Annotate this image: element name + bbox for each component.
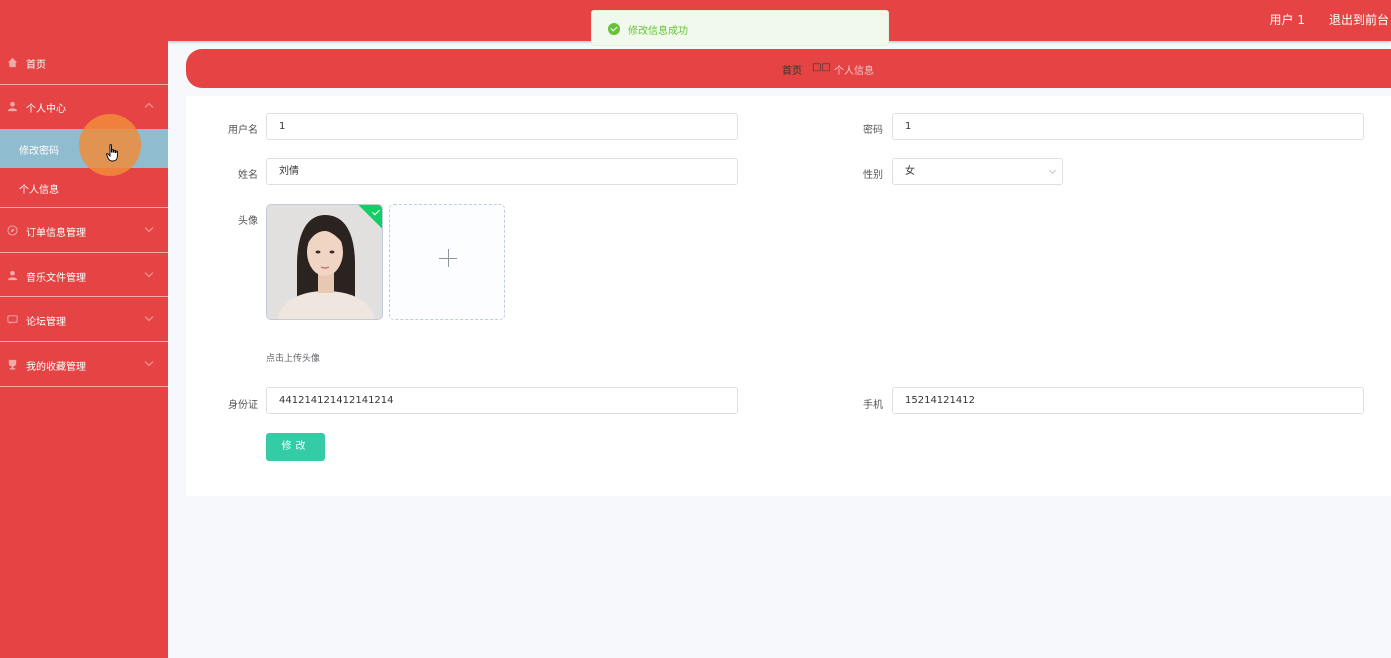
sidebar-item-orders[interactable]: 订单信息管理 (0, 208, 168, 253)
avatar-label: 头像 (238, 216, 258, 227)
chevron-down-icon (144, 312, 154, 322)
success-toast: 修改信息成功 (591, 10, 889, 46)
sidebar-item-label: 个人中心 (26, 104, 66, 115)
sidebar-item-label: 我的收藏管理 (26, 362, 86, 373)
breadcrumb-home[interactable]: 首页 (782, 62, 802, 77)
idcard-input[interactable]: 441214121412141214 (266, 387, 738, 414)
sidebar-subitem-label: 个人信息 (19, 185, 59, 196)
breadcrumb-separator: □□ (812, 62, 831, 73)
avatar-upload-button[interactable] (389, 204, 505, 320)
avatar-image[interactable] (266, 204, 383, 320)
sidebar-item-music-files[interactable]: 音乐文件管理 (0, 253, 168, 297)
sidebar-item-home[interactable]: 首页 (0, 41, 168, 85)
name-input[interactable]: 刘倩 (266, 158, 738, 185)
sidebar-item-forum[interactable]: 论坛管理 (0, 297, 168, 342)
chat-icon (7, 315, 18, 325)
chevron-down-icon (144, 268, 154, 278)
gender-select[interactable]: 女 (892, 158, 1063, 185)
phone-label: 手机 (863, 400, 883, 411)
plus-icon-vertical (448, 249, 449, 267)
user-icon (7, 270, 18, 281)
sidebar-item-label: 首页 (26, 60, 46, 71)
username-input[interactable]: 1 (266, 113, 738, 140)
gender-selected-value: 女 (905, 166, 915, 177)
sidebar-subitem-label: 修改密码 (19, 146, 59, 157)
submit-button[interactable]: 修改 (266, 433, 325, 461)
breadcrumb: 首页 □□ 个人信息 (186, 49, 1391, 88)
hand-cursor-icon (106, 144, 118, 162)
sidebar-item-label: 订单信息管理 (26, 228, 86, 239)
sidebar-item-label: 音乐文件管理 (26, 273, 86, 284)
upload-tip: 点击上传头像 (266, 354, 321, 364)
logout-link[interactable]: 退出到前台 (1329, 11, 1389, 28)
sidebar-subitem-personal-info[interactable]: 个人信息 (0, 168, 168, 208)
username-label: 用户名 (228, 125, 258, 136)
profile-form: 用户名 1 密码 1 姓名 刘倩 性别 女 头像 点击上传头像 身份证 4412… (186, 96, 1391, 496)
avatar-photo (267, 205, 382, 319)
chevron-down-icon (1048, 166, 1057, 175)
phone-input[interactable]: 15214121412 (892, 387, 1364, 414)
idcard-label: 身份证 (228, 400, 258, 411)
breadcrumb-current: 个人信息 (834, 66, 874, 77)
name-label: 姓名 (238, 170, 258, 181)
chevron-down-icon (144, 357, 154, 367)
chevron-down-icon (144, 223, 154, 233)
password-input[interactable]: 1 (892, 113, 1364, 140)
chevron-up-icon (144, 102, 154, 112)
compass-icon (7, 225, 18, 236)
trophy-icon (8, 359, 17, 370)
home-icon (7, 57, 18, 68)
sidebar-item-profile-center[interactable]: 个人中心 (0, 85, 168, 129)
sidebar-item-favorites[interactable]: 我的收藏管理 (0, 342, 168, 387)
current-user: 用户 1 (1269, 13, 1305, 27)
success-check-icon (608, 23, 620, 35)
gender-label: 性别 (863, 170, 883, 181)
password-label: 密码 (863, 125, 883, 136)
toast-message: 修改信息成功 (628, 26, 688, 37)
user-icon (7, 101, 18, 112)
sidebar-item-label: 论坛管理 (26, 317, 66, 328)
